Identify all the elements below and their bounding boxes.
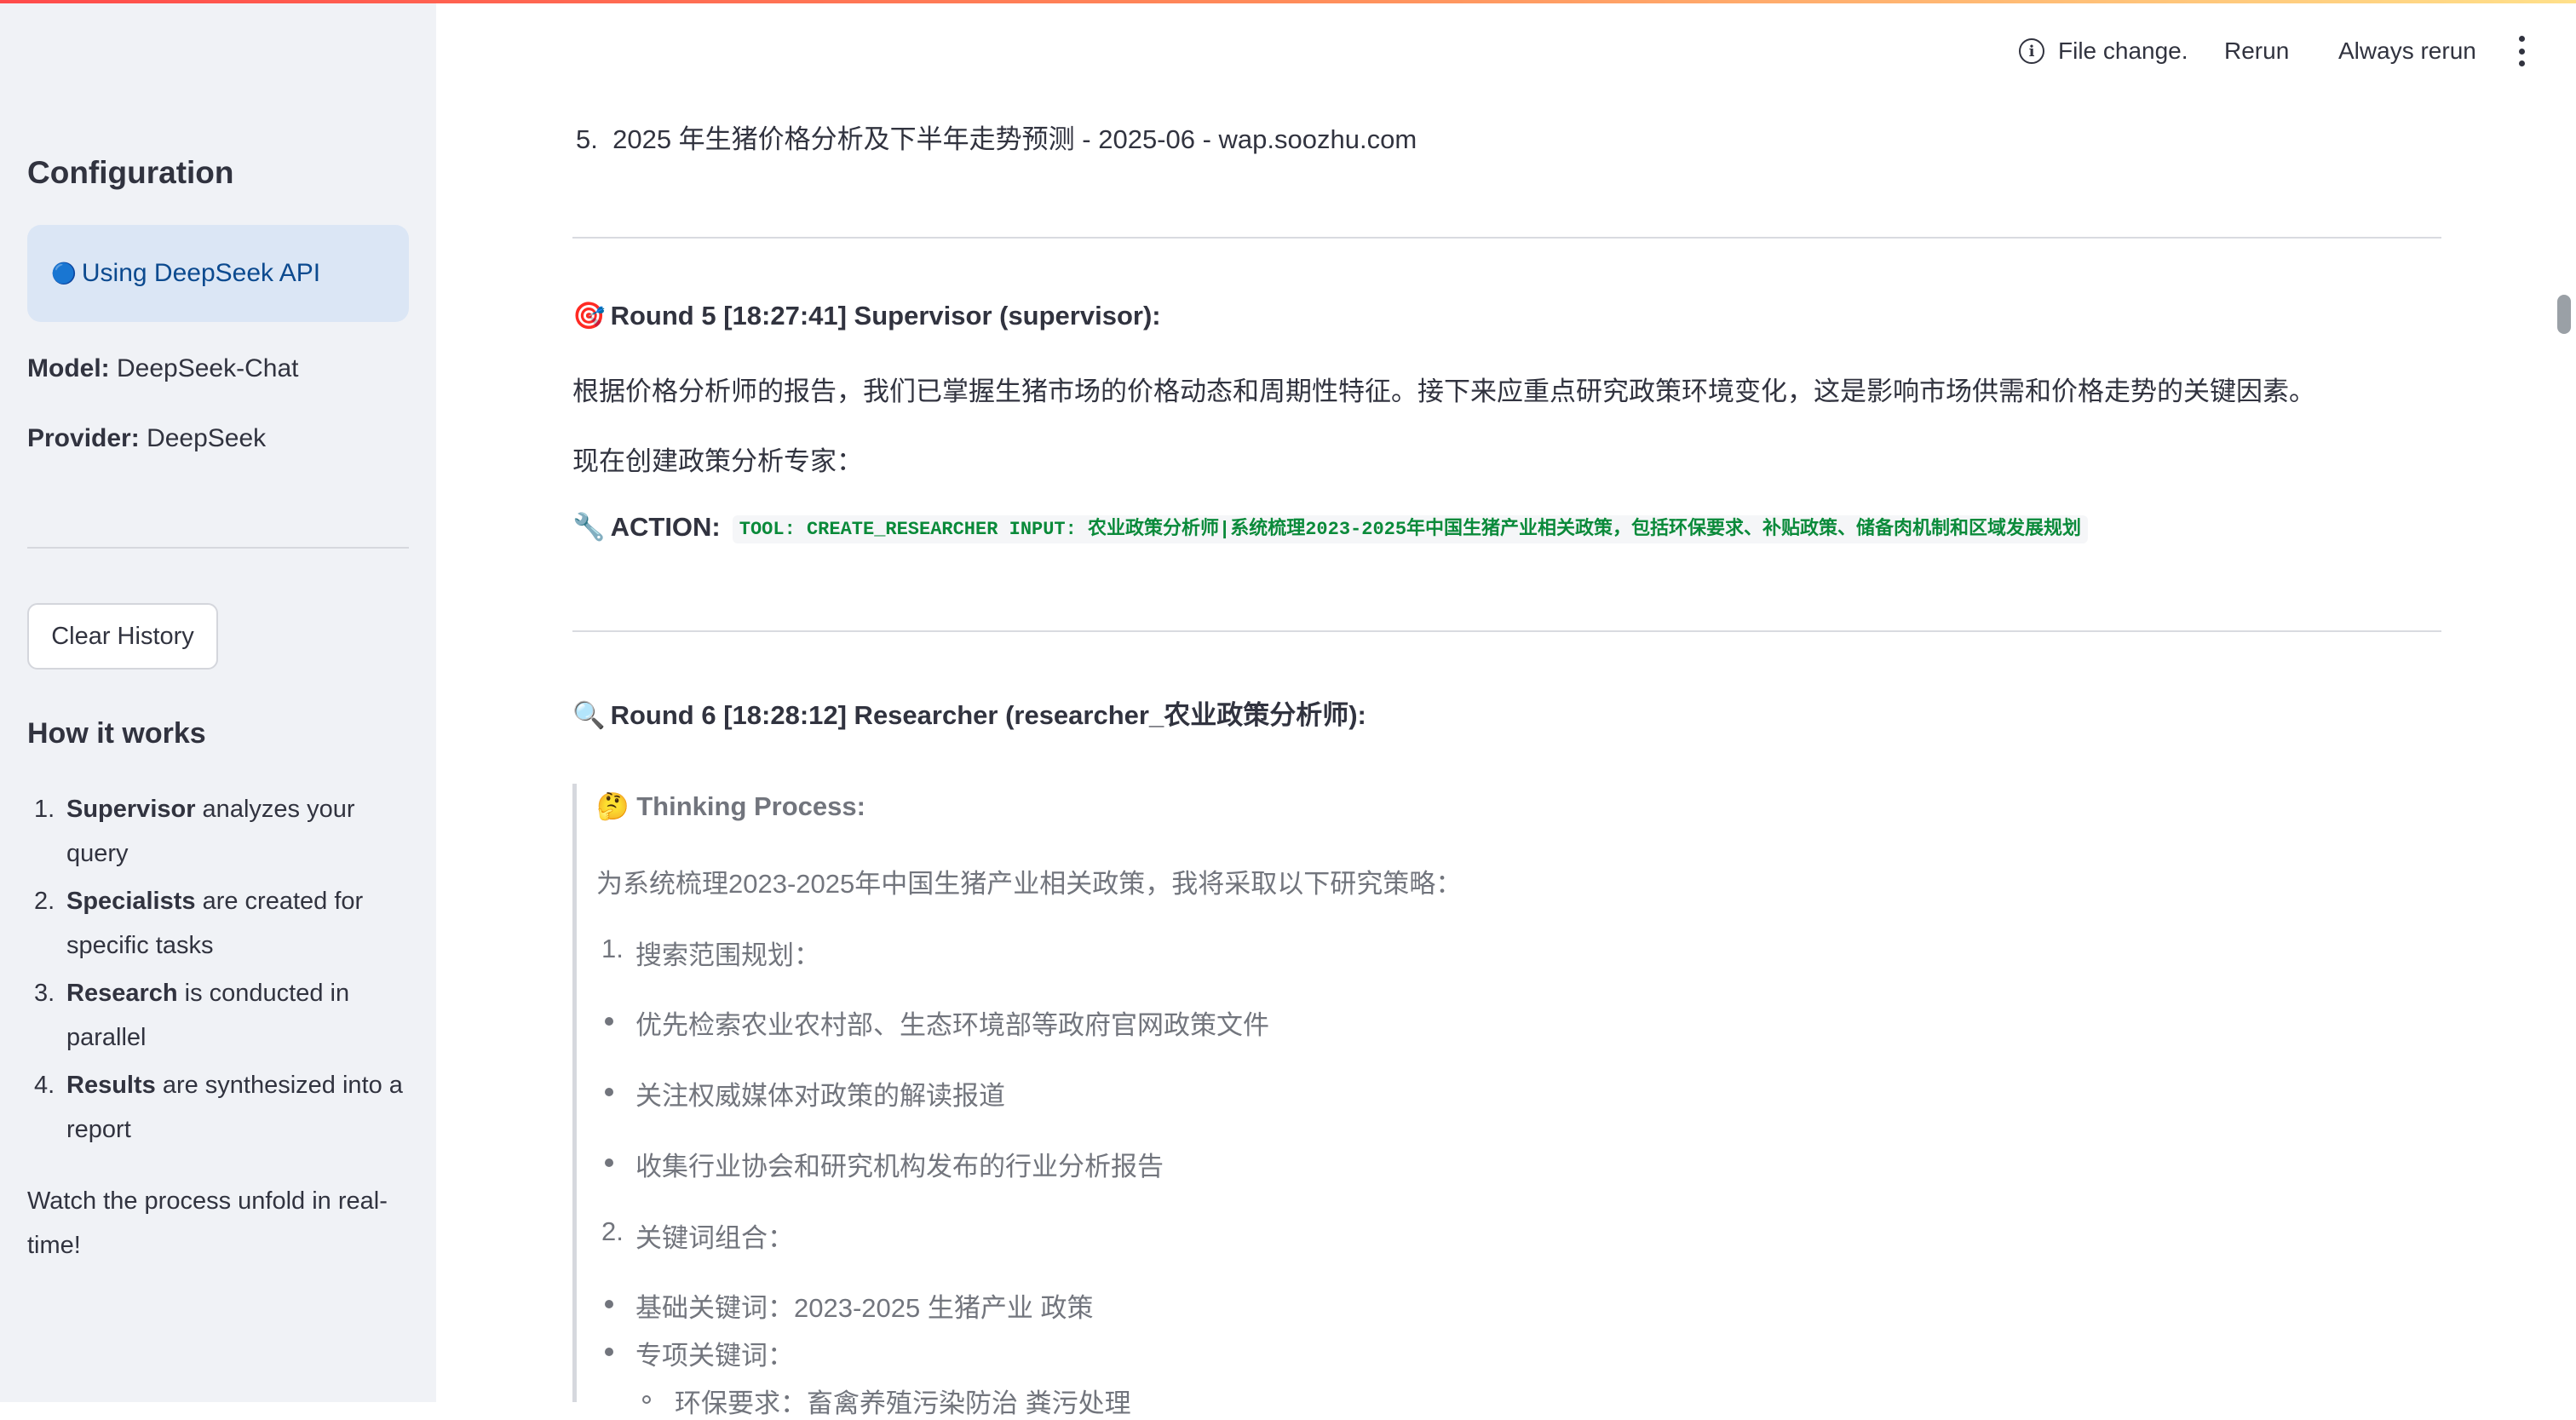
blockquote-bar [572, 784, 577, 1402]
ordered-item-number: 1. [601, 934, 624, 963]
rerun-label: Rerun [2224, 37, 2290, 64]
wrench-icon: 🔧 [572, 512, 606, 542]
main-menu-icon[interactable] [2513, 36, 2530, 66]
action-line: 🔧 ACTION: TOOL: CREATE_RESEARCHER INPUT: 农… [572, 511, 2089, 543]
list-item-number: 2. [34, 888, 55, 915]
sidebar: Configuration 🔵 Using DeepSeek API Model… [0, 3, 436, 1402]
provider-value: DeepSeek [147, 424, 267, 452]
list-item: 2. Specialists are created for specific … [27, 879, 419, 968]
sub-list-item: 环保要求：畜禽养殖污染防治 粪污处理 [675, 1388, 1131, 1418]
list-item-text: query [66, 840, 129, 867]
divider [572, 630, 2441, 632]
model-label: Model: [27, 354, 110, 382]
source-item-text: 2025 年生猪价格分析及下半年走势预测 - 2025-06 - wap.soo… [612, 124, 1417, 154]
api-info-text: Using DeepSeek API [81, 259, 321, 287]
blue-circle-icon: 🔵 [51, 262, 77, 285]
how-it-works-heading: How it works [27, 717, 206, 750]
list-item-text: parallel [66, 1024, 147, 1051]
round-5-paragraph: 根据价格分析师的报告，我们已掌握生猪市场的价格动态和周期性特征。接下来应重点研究… [572, 377, 2315, 406]
list-item: 关注权威媒体对政策的解读报道 [635, 1081, 1005, 1111]
list-item-bold: Specialists [66, 888, 196, 915]
list-item: 收集行业协会和研究机构发布的行业分析报告 [635, 1152, 1164, 1181]
bullet-icon [605, 1088, 613, 1096]
ordered-item-text: 搜索范围规划： [635, 940, 820, 970]
sidebar-divider [27, 547, 409, 549]
source-list-item: 5. 2025 年生猪价格分析及下半年走势预测 - 2025-06 - wap.… [576, 118, 1417, 156]
list-item-text: analyzes your [195, 796, 355, 823]
thinking-label: Thinking Process: [636, 791, 865, 821]
thinking-face-icon: 🤔 [596, 791, 630, 821]
always-rerun-label: Always rerun [2338, 37, 2476, 64]
model-value: DeepSeek-Chat [117, 354, 299, 382]
ordered-item-number: 2. [601, 1216, 624, 1246]
list-item-text: specific tasks [66, 932, 214, 959]
list-item-bold: Supervisor [66, 796, 196, 823]
thinking-intro: 为系统梳理2023-2025年中国生猪产业相关政策，我将采取以下研究策略： [596, 869, 1463, 899]
sidebar-title: Configuration [27, 155, 234, 190]
list-item: 4. Results are synthesized into a report [27, 1063, 419, 1152]
divider [572, 237, 2441, 239]
footer-line-1: Watch the process unfold in real- [27, 1187, 388, 1215]
round-5-heading-text: Round 5 [18:27:41] Supervisor (superviso… [610, 301, 1161, 331]
list-item-number: 1. [34, 796, 55, 823]
sidebar-footer-text: Watch the process unfold in real- time! [27, 1179, 411, 1268]
round-5-heading: 🎯 Round 5 [18:27:41] Supervisor (supervis… [572, 300, 1161, 331]
circle-bullet-icon [642, 1395, 651, 1404]
bullet-icon [605, 1158, 613, 1167]
ordered-item-text: 关键词组合： [635, 1223, 794, 1253]
provider-line: Provider: DeepSeek [27, 424, 266, 453]
action-label: ACTION: [610, 512, 721, 542]
model-line: Model: DeepSeek-Chat [27, 354, 298, 383]
magnifier-icon: 🔍 [572, 700, 606, 730]
info-icon: i [2019, 38, 2044, 64]
list-item-text: are created for [195, 888, 364, 915]
list-item: 3. Research is conducted in parallel [27, 971, 419, 1060]
list-item-text: is conducted in [177, 980, 350, 1007]
api-info-alert: 🔵 Using DeepSeek API [27, 225, 409, 322]
list-item: 优先检索农业农村部、生态环境部等政府官网政策文件 [635, 1010, 1269, 1040]
list-item: 专项关键词： [635, 1341, 794, 1371]
provider-label: Provider: [27, 424, 140, 452]
list-item-bold: Results [66, 1072, 156, 1099]
bullet-icon [605, 1300, 613, 1308]
scrollbar-thumb[interactable] [2557, 295, 2571, 334]
action-code: TOOL: CREATE_RESEARCHER INPUT: 农业政策分析师|系… [732, 515, 2089, 543]
round-6-heading: 🔍 Round 6 [18:28:12] Researcher (research… [572, 693, 1366, 732]
clear-history-button[interactable]: Clear History [27, 603, 218, 670]
thinking-heading: 🤔 Thinking Process: [596, 790, 865, 822]
round-6-heading-text: Round 6 [18:28:12] Researcher (researche… [610, 700, 1366, 730]
target-icon: 🎯 [572, 301, 606, 331]
file-change-status: i File change. [2019, 32, 2188, 70]
footer-line-2: time! [27, 1232, 81, 1259]
source-item-number: 5. [576, 124, 598, 154]
bullet-icon [605, 1348, 613, 1356]
list-item-text: are synthesized into a [155, 1072, 403, 1099]
how-it-works-list: 1. Supervisor analyzes your query 2. Spe… [27, 787, 419, 1155]
list-item-text: report [66, 1116, 131, 1143]
list-item-number: 4. [34, 1072, 55, 1099]
file-change-text: File change. [2058, 37, 2188, 64]
list-item: 1. Supervisor analyzes your query [27, 787, 419, 876]
round-5-paragraph-2: 现在创建政策分析专家： [572, 446, 863, 476]
rerun-button[interactable]: Rerun [2224, 32, 2289, 70]
list-item-bold: Research [66, 980, 178, 1007]
list-item-number: 3. [34, 980, 55, 1007]
list-item: 基础关键词：2023-2025 生猪产业 政策 [635, 1293, 1094, 1323]
bullet-icon [605, 1017, 613, 1026]
always-rerun-button[interactable]: Always rerun [2338, 32, 2476, 70]
